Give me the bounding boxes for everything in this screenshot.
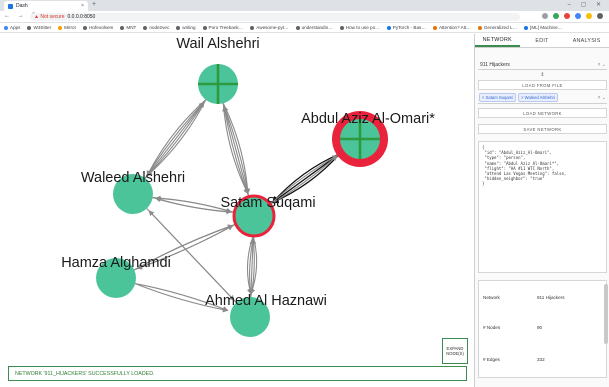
bookmark[interactable]: Awesome-pyt… — [250, 25, 289, 30]
bookmarks-bar: Apps W3Sitter Mirror Hofevolsem MNT node… — [0, 23, 609, 33]
tab-title: Dash — [16, 3, 28, 9]
github-icon — [143, 25, 148, 30]
close-tab-icon[interactable]: × — [81, 3, 84, 9]
extensions-area — [542, 13, 603, 19]
network-select[interactable]: 911 Hijackers × ⌄ — [478, 61, 607, 70]
profile-avatar[interactable] — [597, 13, 603, 19]
address-bar: ← → C ▲ Not secure 0.0.0.0:8050 — [0, 11, 609, 23]
panel-scrollbar[interactable] — [604, 284, 608, 344]
github-icon — [27, 25, 32, 30]
stat-key: Network — [483, 295, 500, 300]
tab-edit[interactable]: EDIT — [520, 34, 565, 47]
bookmark[interactable]: understandin… — [295, 25, 333, 30]
node-label: Abdul Aziz Al-Omari* — [301, 111, 435, 127]
network-graph[interactable]: Wail Alshehri Abdul Aziz Al-Omari* Waleed … — [0, 34, 472, 387]
bookmark[interactable]: How to use po… — [339, 25, 380, 30]
bookmark[interactable]: Generalized L… — [477, 25, 517, 30]
bookmark[interactable]: Attention? Att… — [432, 25, 471, 30]
node-label: Hamza Alghamdi — [61, 255, 171, 271]
load-from-file-button[interactable]: LOAD FROM FILE — [478, 80, 607, 90]
bookmark-icon — [432, 25, 437, 30]
stat-value: 911 Hijackers — [537, 295, 565, 300]
graph-edge — [146, 99, 207, 177]
panel-tabs: NETWORK EDIT ANALYSIS — [475, 34, 609, 48]
stat-value: 332 — [537, 357, 545, 362]
control-panel: NETWORK EDIT ANALYSIS 911 Hijackers × ⌄ … — [474, 34, 609, 387]
multiselect-controls-icon[interactable]: × ⌄ — [598, 95, 607, 101]
bookmark-icon — [176, 25, 181, 30]
expand-nodes-button[interactable]: EXPAND NODE(S) — [442, 338, 468, 364]
bookmark-icon — [477, 25, 482, 30]
github-icon — [295, 25, 300, 30]
node-multiselect[interactable]: × Satam Suqami × Waleed Alshehri × ⌄ — [478, 92, 607, 104]
extension-icon[interactable] — [553, 13, 559, 19]
load-network-button[interactable]: LOAD NETWORK — [478, 108, 607, 118]
graph-labels: Wail Alshehri Abdul Aziz Al-Omari* Waleed … — [61, 36, 435, 309]
bookmark[interactable]: PyTorch - Bas… — [386, 25, 426, 30]
window-controls[interactable]: – ▢ ✕ — [568, 1, 605, 8]
bookmark[interactable]: MNT — [120, 25, 136, 30]
stat-row: # Edges 332 — [479, 353, 606, 367]
stat-row: # Nodes 90 — [479, 321, 606, 335]
node-label: Ahmed Al Haznawi — [205, 293, 327, 309]
tab-analysis[interactable]: ANALYSIS — [564, 34, 609, 47]
apps-icon — [4, 25, 8, 30]
node-label: Satam Suqami — [220, 195, 315, 211]
node-json-viewer[interactable]: { "id": "Abdul_Aziz_Al-Omari", "type": "… — [478, 141, 607, 273]
bookmark[interactable]: [ML] Machine… — [524, 25, 562, 30]
dash-favicon-icon — [8, 3, 13, 9]
select-clear-dropdown-icon[interactable]: × ⌄ — [598, 62, 607, 68]
bookmark[interactable]: Mirror — [58, 25, 76, 30]
github-icon — [83, 25, 88, 30]
omnibox[interactable]: ▲ Not secure 0.0.0.0:8050 — [30, 13, 520, 21]
bookmark[interactable]: Hofevolsem — [83, 25, 113, 30]
browser-tab[interactable]: Dash × — [4, 1, 88, 11]
bookmark[interactable]: W3Sitter — [27, 25, 51, 30]
bookmark[interactable]: writing — [176, 25, 196, 30]
browser-tabstrip: Dash × + – ▢ ✕ — [0, 0, 609, 11]
selected-node-chip[interactable]: × Waleed Alshehri — [518, 93, 558, 102]
bookmark[interactable]: Apps — [4, 25, 20, 30]
graph-node[interactable] — [198, 64, 238, 104]
tab-network[interactable]: NETWORK — [475, 34, 520, 47]
node-label: Waleed Alshehri — [81, 170, 185, 186]
extension-icon[interactable] — [564, 13, 570, 19]
save-network-button[interactable]: SAVE NETWORK — [478, 124, 607, 134]
stat-row: Network 911 Hijackers — [479, 291, 606, 305]
network-select-value: 911 Hijackers — [480, 62, 510, 68]
stat-key: # Edges — [483, 357, 500, 362]
not-secure-indicator[interactable]: ▲ Not secure — [34, 14, 65, 20]
new-tab-icon[interactable]: + — [92, 1, 96, 8]
network-stats: Network 911 Hijackers # Nodes 90 # Edges… — [478, 280, 607, 378]
stat-key: # Nodes — [483, 325, 501, 330]
github-icon — [250, 25, 255, 30]
bookmark[interactable]: Poro Treebank… — [202, 25, 243, 30]
bookmark-icon — [58, 25, 63, 30]
network-graph-canvas[interactable]: Wail Alshehri Abdul Aziz Al-Omari* Waleed … — [0, 34, 472, 387]
graph-edge — [222, 103, 250, 195]
star-icon[interactable] — [542, 13, 548, 19]
bookmark[interactable]: node2vec — [143, 25, 169, 30]
resize-handle-icon[interactable]: ⇕ — [478, 72, 607, 80]
url-text: 0.0.0.0:8050 — [67, 14, 96, 20]
pytorch-icon — [386, 25, 391, 30]
bookmark-icon — [524, 25, 529, 30]
github-icon — [339, 25, 344, 30]
status-message: NETWORK '911_HIJACKERS' SUCCESSFULLY LOA… — [8, 366, 467, 381]
extension-icon[interactable] — [586, 13, 592, 19]
node-label: Wail Alshehri — [176, 36, 259, 52]
github-icon — [202, 25, 207, 30]
github-icon — [120, 25, 125, 30]
stat-value: 90 — [537, 325, 543, 330]
extension-icon[interactable] — [575, 13, 581, 19]
selected-node-chip[interactable]: × Satam Suqami — [479, 93, 517, 102]
